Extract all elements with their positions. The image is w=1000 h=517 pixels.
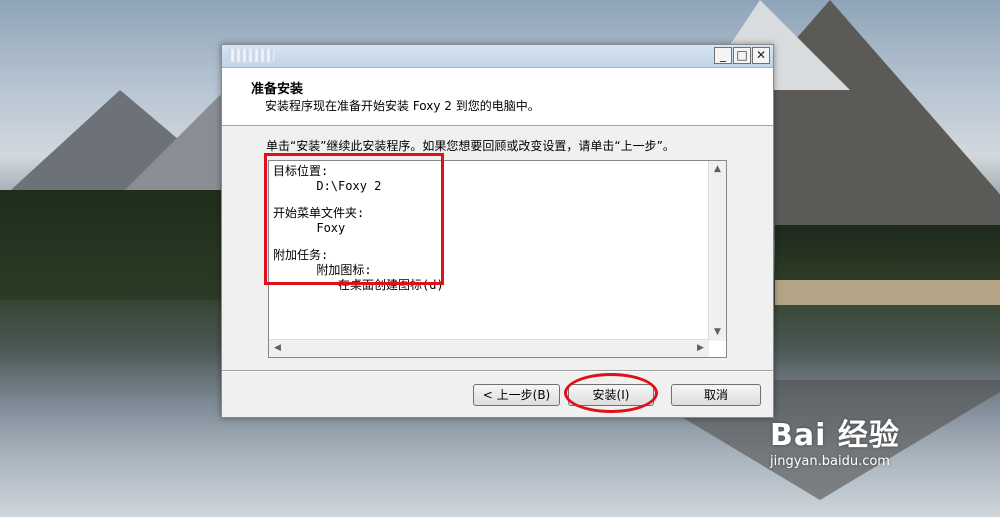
vertical-scrollbar[interactable]: ▲ ▼ [708, 161, 726, 341]
close-button[interactable]: ✕ [752, 47, 770, 64]
cancel-button[interactable]: 取消 [671, 384, 761, 406]
back-button[interactable]: < 上一步(B) [473, 384, 560, 406]
maximize-button[interactable]: □ [733, 47, 751, 64]
page-subtitle: 安装程序现在准备开始安装 Foxy 2 到您的电脑中。 [265, 99, 540, 113]
button-separator [222, 370, 773, 372]
forest-right [775, 225, 1000, 280]
watermark-url: jingyan.baidu.com [770, 454, 890, 469]
scroll-left-arrow-icon[interactable]: ◀ [269, 340, 286, 357]
highlight-rectangle [264, 153, 444, 285]
watermark-logo: Bai 经验 [770, 418, 900, 453]
baidu-jingyan-watermark: Bai 经验 jingyan.baidu.com [770, 410, 900, 469]
scroll-down-arrow-icon[interactable]: ▼ [709, 324, 726, 341]
forest-left [0, 190, 222, 300]
horizontal-scrollbar[interactable]: ◀ ▶ [269, 339, 709, 357]
page-title: 准备安装 [251, 82, 304, 97]
wizard-header: 准备安装 安装程序现在准备开始安装 Foxy 2 到您的电脑中。 [222, 68, 773, 126]
scroll-right-arrow-icon[interactable]: ▶ [692, 340, 709, 357]
minimize-button[interactable]: _ [714, 47, 732, 64]
window-title-obscured [228, 49, 274, 62]
highlight-ellipse [564, 373, 658, 413]
title-bar[interactable]: _ □ ✕ [222, 45, 773, 68]
instruction-text: 单击“安装”继续此安装程序。如果您想要回顾或改变设置，请单击“上一步”。 [266, 139, 675, 153]
scroll-up-arrow-icon[interactable]: ▲ [709, 161, 726, 178]
